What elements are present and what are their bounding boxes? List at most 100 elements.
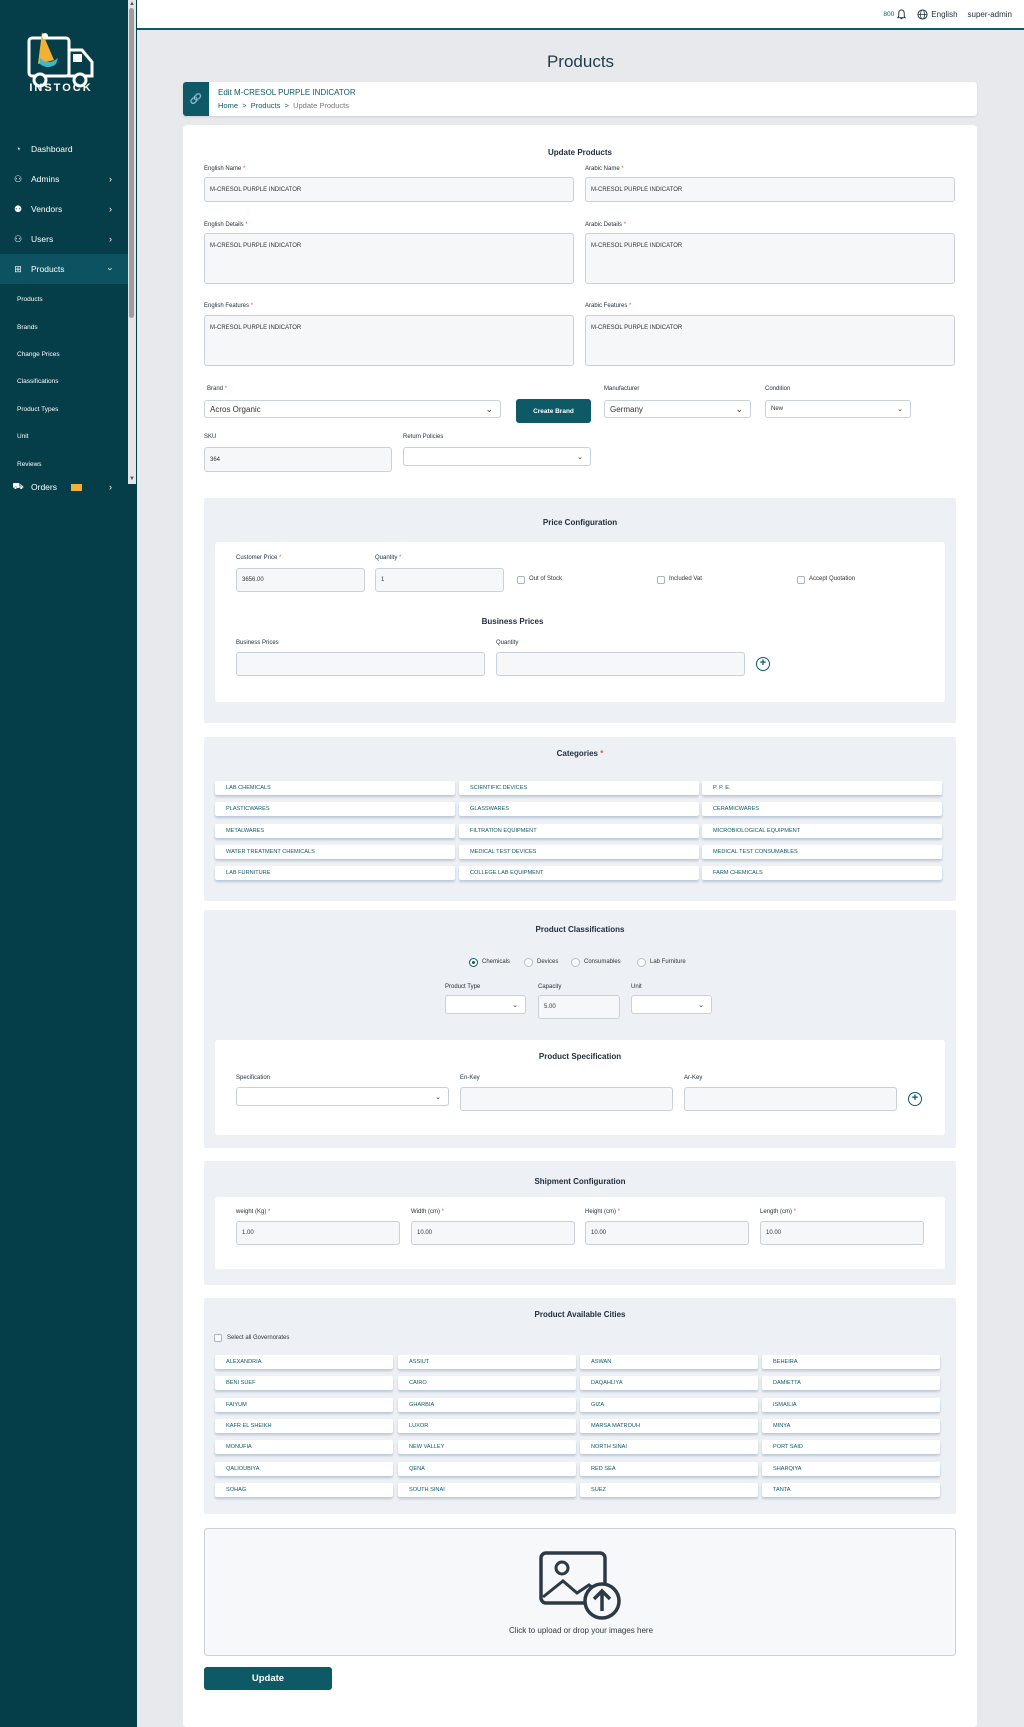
en-key-input[interactable] [460, 1087, 673, 1111]
width-input[interactable]: 10.00 [411, 1221, 575, 1245]
city-chip[interactable]: NORTH SINAI [580, 1440, 758, 1455]
city-chip[interactable]: MINYA [762, 1418, 940, 1433]
sidebar-sub-classifications[interactable]: Classifications [0, 368, 128, 395]
category-chip[interactable]: GLASSWARES [459, 802, 699, 817]
sidebar-item-dashboard[interactable]: ◔ Dashboard [0, 134, 128, 164]
city-chip[interactable]: RED SEA [580, 1461, 758, 1476]
add-business-price-button[interactable]: + [756, 657, 770, 671]
radio-consumables[interactable] [571, 958, 580, 967]
category-chip[interactable]: WATER TREATMENT CHEMICALS [215, 844, 455, 859]
scroll-up-icon[interactable]: ▲ [129, 1, 135, 8]
category-chip[interactable]: SCIENTIFIC DEVICES [459, 781, 699, 795]
update-button[interactable]: Update [204, 1667, 332, 1690]
city-chip[interactable]: PORT SAID [762, 1440, 940, 1455]
city-chip[interactable]: ASSIUT [398, 1355, 576, 1369]
english-name-input[interactable]: M-CRESOL PURPLE INDICATOR [204, 177, 574, 202]
city-chip[interactable]: MARSA MATROUH [580, 1418, 758, 1433]
city-chip[interactable]: BENI SUEF [215, 1376, 393, 1391]
city-chip[interactable]: LUXOR [398, 1418, 576, 1433]
add-specification-button[interactable]: + [908, 1092, 922, 1106]
category-chip[interactable]: FILTRATION EQUIPMENT [459, 823, 699, 838]
weight-input[interactable]: 1.00 [236, 1221, 400, 1245]
ar-key-input[interactable] [684, 1087, 897, 1111]
breadcrumb-products[interactable]: Products [251, 101, 281, 110]
arabic-features-textarea[interactable]: M-CRESOL PURPLE INDICATOR [585, 315, 955, 366]
sidebar-sub-change-prices[interactable]: Change Prices [0, 341, 128, 368]
breadcrumb-home[interactable]: Home [218, 101, 238, 110]
city-chip[interactable]: SUEZ [580, 1482, 758, 1497]
category-chip[interactable]: MEDICAL TEST CONSUMABLES [702, 844, 942, 859]
category-chip[interactable]: MEDICAL TEST DEVICES [459, 844, 699, 859]
accept-quotation-checkbox[interactable] [797, 576, 805, 584]
city-chip[interactable]: BEHEIRA [762, 1355, 940, 1369]
city-chip[interactable]: TANTA [762, 1482, 940, 1497]
capacity-input[interactable]: 5.00 [538, 995, 620, 1019]
radio-chemicals[interactable] [469, 958, 478, 967]
condition-select[interactable]: New ⌄ [765, 400, 911, 418]
height-input[interactable]: 10.00 [585, 1221, 749, 1245]
sidebar-item-orders[interactable]: ⛟ Orders › [0, 482, 128, 494]
city-chip[interactable]: GHARBIA [398, 1397, 576, 1412]
sidebar-sub-products[interactable]: Products [0, 286, 128, 313]
city-chip[interactable]: DAQAHLIYA [580, 1376, 758, 1391]
scrollbar-thumb[interactable] [129, 8, 134, 318]
category-chip[interactable]: MICROBIOLOGICAL EQUIPMENT [702, 823, 942, 838]
city-chip[interactable]: QALIOUBIYA [215, 1461, 393, 1476]
sidebar-item-products[interactable]: ⊞ Products › [0, 254, 128, 284]
out-of-stock-checkbox[interactable] [517, 576, 525, 584]
sidebar-sub-product-types[interactable]: Product Types [0, 396, 128, 423]
sidebar-sub-reviews[interactable]: Reviews [0, 450, 128, 477]
category-chip[interactable]: COLLEGE LAB EQUIPMENT [459, 866, 699, 881]
sidebar-item-admins[interactable]: ⚇ Admins › [0, 164, 128, 194]
bell-icon[interactable] [896, 9, 907, 20]
city-chip[interactable]: MONUFIA [215, 1440, 393, 1455]
customer-price-input[interactable]: 3656.00 [236, 568, 365, 592]
city-chip[interactable]: SHARQIYA [762, 1461, 940, 1476]
radio-devices[interactable] [524, 958, 533, 967]
manufacturer-select[interactable]: Germany ⌄ [604, 400, 751, 418]
language-switch[interactable]: English [917, 9, 958, 20]
return-policies-select[interactable]: ⌄ [403, 447, 591, 466]
category-chip[interactable]: CERAMICWARES [702, 802, 942, 817]
sidebar-sub-unit[interactable]: Unit [0, 423, 128, 450]
city-chip[interactable]: ALEXANDRIA [215, 1355, 393, 1369]
business-price-input[interactable] [236, 652, 485, 676]
included-vat-checkbox[interactable] [657, 576, 665, 584]
category-chip[interactable]: P. P. E. [702, 781, 942, 795]
quantity-input[interactable]: 1 [375, 568, 504, 592]
product-type-select[interactable]: ⌄ [445, 995, 526, 1014]
english-features-textarea[interactable]: M-CRESOL PURPLE INDICATOR [204, 315, 574, 366]
brand-select[interactable]: Acros Organic ⌄ [204, 400, 501, 418]
length-input[interactable]: 10.00 [760, 1221, 924, 1245]
city-chip[interactable]: FAIYUM [215, 1397, 393, 1412]
unit-select[interactable]: ⌄ [631, 995, 712, 1014]
city-chip[interactable]: ISMAILIA [762, 1397, 940, 1412]
select-all-governorates-checkbox[interactable] [214, 1334, 222, 1342]
sidebar-item-vendors[interactable]: ⚉ Vendors › [0, 194, 128, 224]
category-chip[interactable]: PLASTICWARES [215, 802, 455, 817]
city-chip[interactable]: NEW VALLEY [398, 1440, 576, 1455]
city-chip[interactable]: GIZA [580, 1397, 758, 1412]
city-chip[interactable]: KAFR EL SHEIKH [215, 1418, 393, 1433]
image-upload-dropzone[interactable]: Click to upload or drop your images here [204, 1528, 956, 1656]
sidebar-item-users[interactable]: ⚇ Users › [0, 224, 128, 254]
city-chip[interactable]: DAMIETTA [762, 1376, 940, 1391]
city-chip[interactable]: ASWAN [580, 1355, 758, 1369]
user-menu[interactable]: super-admin [968, 10, 1012, 19]
category-chip[interactable]: METALWARES [215, 823, 455, 838]
arabic-details-textarea[interactable]: M-CRESOL PURPLE INDICATOR [585, 233, 955, 284]
scroll-down-icon[interactable]: ▼ [129, 476, 135, 483]
create-brand-button[interactable]: Create Brand [516, 399, 591, 423]
specification-select[interactable]: ⌄ [236, 1087, 449, 1106]
business-quantity-input[interactable] [496, 652, 745, 676]
english-details-textarea[interactable]: M-CRESOL PURPLE INDICATOR [204, 233, 574, 284]
category-chip[interactable]: FARM CHEMICALS [702, 866, 942, 881]
sidebar-scrollbar[interactable]: ▲ ▼ [128, 0, 136, 484]
sku-input[interactable]: 364 [204, 447, 392, 472]
city-chip[interactable]: SOUTH SINAI [398, 1482, 576, 1497]
radio-lab-furniture[interactable] [637, 958, 646, 967]
category-chip[interactable]: LAB FURNITURE [215, 866, 455, 881]
city-chip[interactable]: QENA [398, 1461, 576, 1476]
city-chip[interactable]: SOHAG [215, 1482, 393, 1497]
arabic-name-input[interactable]: M-CRESOL PURPLE INDICATOR [585, 177, 955, 202]
